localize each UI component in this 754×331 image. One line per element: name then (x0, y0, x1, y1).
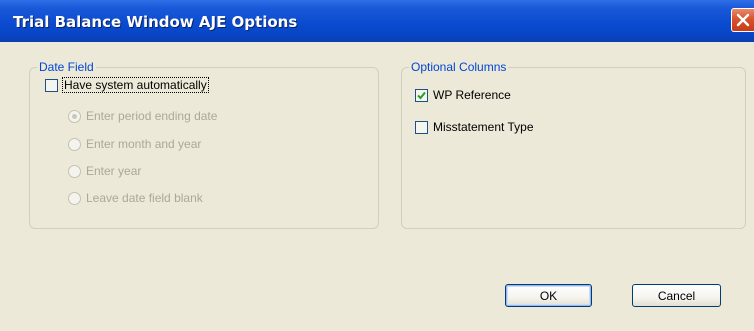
radio-button[interactable] (68, 192, 81, 205)
close-icon (736, 13, 750, 27)
radio-button[interactable] (68, 138, 81, 151)
radio-label: Enter year (86, 164, 142, 178)
radio-button[interactable] (68, 110, 81, 123)
auto-date-label: Have system automatically (62, 77, 209, 93)
title-bar: Trial Balance Window AJE Options (0, 0, 754, 42)
cancel-button[interactable]: Cancel (632, 284, 721, 307)
misstatement-type-checkbox-box[interactable] (415, 121, 428, 134)
radio-selected-dot (72, 114, 77, 119)
wp-reference-checkbox-box[interactable] (415, 89, 428, 102)
radio-button[interactable] (68, 165, 81, 178)
radio-label: Enter month and year (86, 137, 202, 151)
date-field-caption: Date Field (37, 60, 96, 74)
auto-date-checkbox-box[interactable] (45, 79, 58, 92)
radio-label: Leave date field blank (86, 191, 203, 205)
wp-reference-label: WP Reference (433, 88, 511, 102)
optional-columns-caption: Optional Columns (409, 60, 509, 74)
check-icon (417, 91, 426, 100)
ok-button[interactable]: OK (505, 284, 592, 307)
close-button[interactable] (731, 8, 754, 32)
radio-label: Enter period ending date (86, 109, 218, 123)
misstatement-type-label: Misstatement Type (433, 120, 534, 134)
window-title: Trial Balance Window AJE Options (13, 13, 298, 31)
